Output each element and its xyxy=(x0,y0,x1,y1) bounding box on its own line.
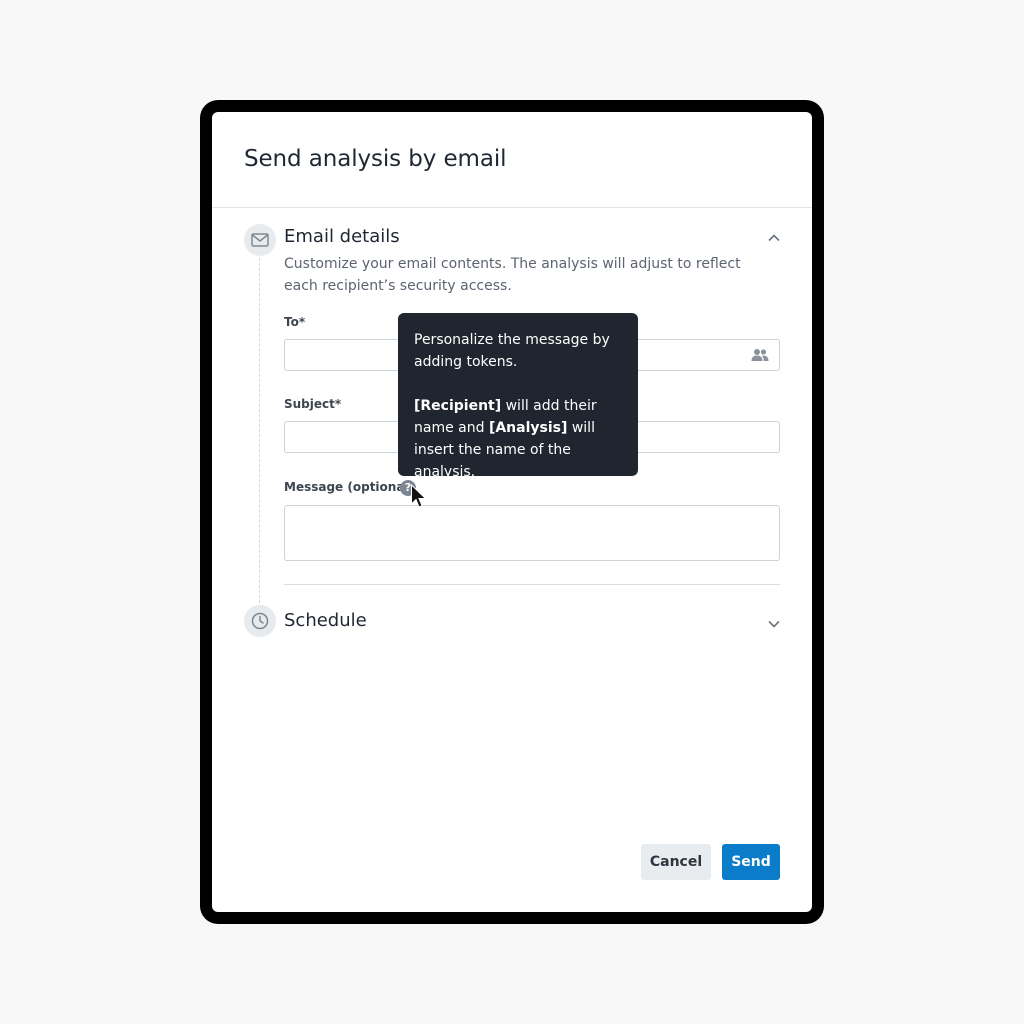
schedule-title[interactable]: Schedule xyxy=(284,610,367,631)
subject-label: Subject* xyxy=(284,397,342,411)
section-divider xyxy=(284,584,780,585)
message-label: Message (optional) xyxy=(284,480,415,494)
message-help-tooltip: Personalize the message by adding tokens… xyxy=(398,313,638,480)
recipient-token: [Recipient] xyxy=(414,398,502,414)
tooltip-tokens: [Recipient] will add their name and [Ana… xyxy=(414,395,622,483)
chevron-down-icon[interactable] xyxy=(767,617,781,631)
contacts-icon[interactable] xyxy=(751,348,769,362)
tooltip-intro: Personalize the message by adding tokens… xyxy=(414,332,610,370)
chevron-up-icon[interactable] xyxy=(767,231,781,245)
email-details-description: Customize your email contents. The analy… xyxy=(284,256,741,294)
send-email-modal: Send analysis by email Email details Cus… xyxy=(212,112,812,912)
modal-header: Send analysis by email xyxy=(212,112,812,208)
step-connector-line xyxy=(259,258,260,608)
mouse-cursor-icon xyxy=(411,484,427,508)
email-details-title[interactable]: Email details xyxy=(284,226,400,247)
cancel-button[interactable]: Cancel xyxy=(641,844,711,880)
message-textarea[interactable] xyxy=(284,505,780,561)
to-label: To* xyxy=(284,315,306,329)
modal-title: Send analysis by email xyxy=(244,146,507,172)
analysis-token: [Analysis] xyxy=(488,420,568,436)
clock-icon xyxy=(244,605,276,637)
mail-icon xyxy=(244,224,276,256)
send-button[interactable]: Send xyxy=(722,844,780,880)
